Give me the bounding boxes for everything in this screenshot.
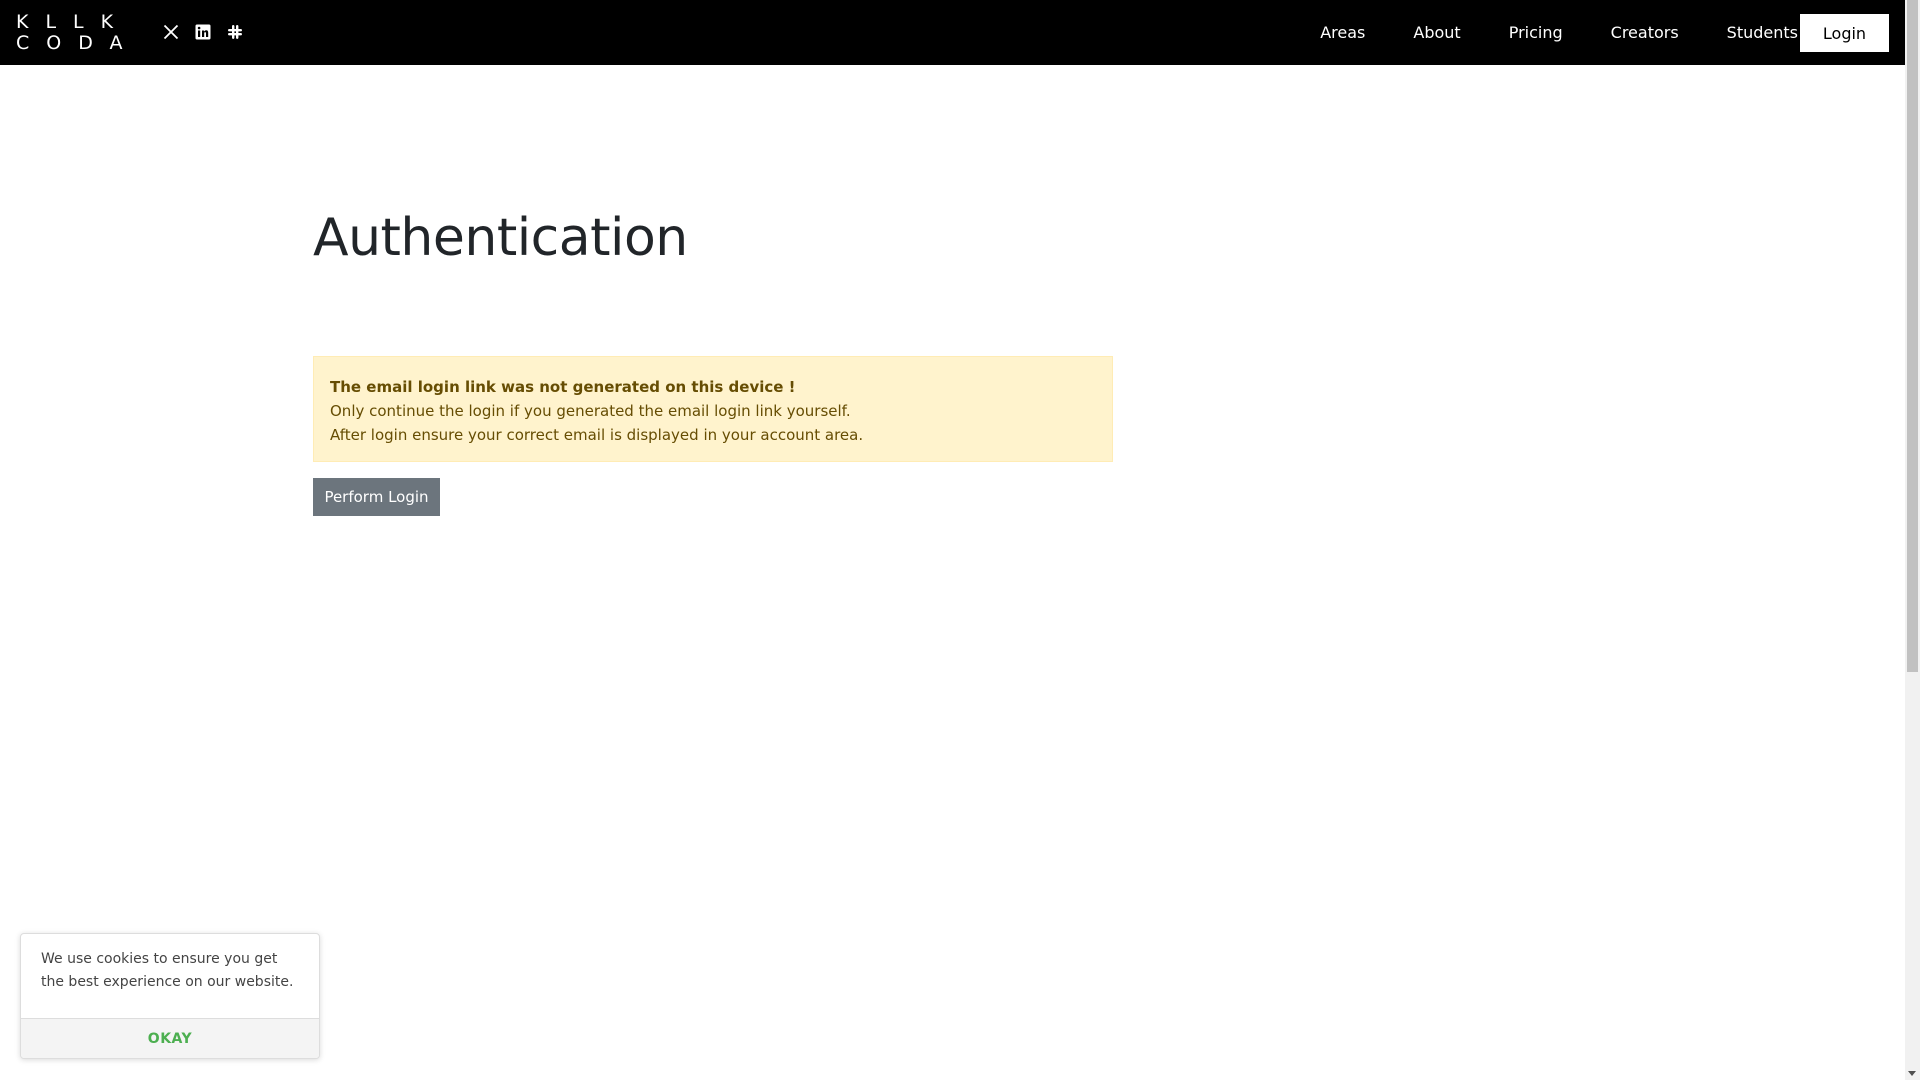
page: KLLK CODA Areas About Pricing Creators S… <box>0 0 1920 1080</box>
top-navbar: KLLK CODA Areas About Pricing Creators S… <box>0 0 1905 65</box>
warning-alert: The email login link was not generated o… <box>313 356 1113 462</box>
alert-line-2: After login ensure your correct email is… <box>330 426 864 444</box>
scroll-down-arrow-icon[interactable] <box>1908 1071 1916 1076</box>
nav-link-about[interactable]: About <box>1389 23 1484 42</box>
logo-line-2: CODA <box>16 32 140 54</box>
nav-link-creators[interactable]: Creators <box>1587 23 1703 42</box>
nav-link-areas[interactable]: Areas <box>1296 23 1389 42</box>
killercoda-logo[interactable]: KLLK CODA <box>16 11 140 54</box>
page-title: Authentication <box>313 208 688 268</box>
slack-icon[interactable] <box>225 22 245 42</box>
alert-heading: The email login link was not generated o… <box>330 378 796 396</box>
cookie-okay-button[interactable]: OKAY <box>21 1018 319 1058</box>
linkedin-icon[interactable] <box>193 22 213 42</box>
scrollbar-thumb[interactable] <box>1907 0 1918 672</box>
perform-login-button[interactable]: Perform Login <box>313 478 440 516</box>
alert-line-1: Only continue the login if you generated… <box>330 402 851 420</box>
logo-line-1: KLLK <box>16 11 131 33</box>
cookie-message: We use cookies to ensure you get the bes… <box>41 951 294 990</box>
login-button[interactable]: Login <box>1800 14 1889 52</box>
page-scrollbar[interactable] <box>1905 0 1920 1080</box>
nav-links: Areas About Pricing Creators Students <box>1296 0 1822 65</box>
cookie-banner: We use cookies to ensure you get the bes… <box>20 933 320 1059</box>
x-twitter-icon[interactable] <box>161 22 181 42</box>
nav-link-pricing[interactable]: Pricing <box>1485 23 1587 42</box>
